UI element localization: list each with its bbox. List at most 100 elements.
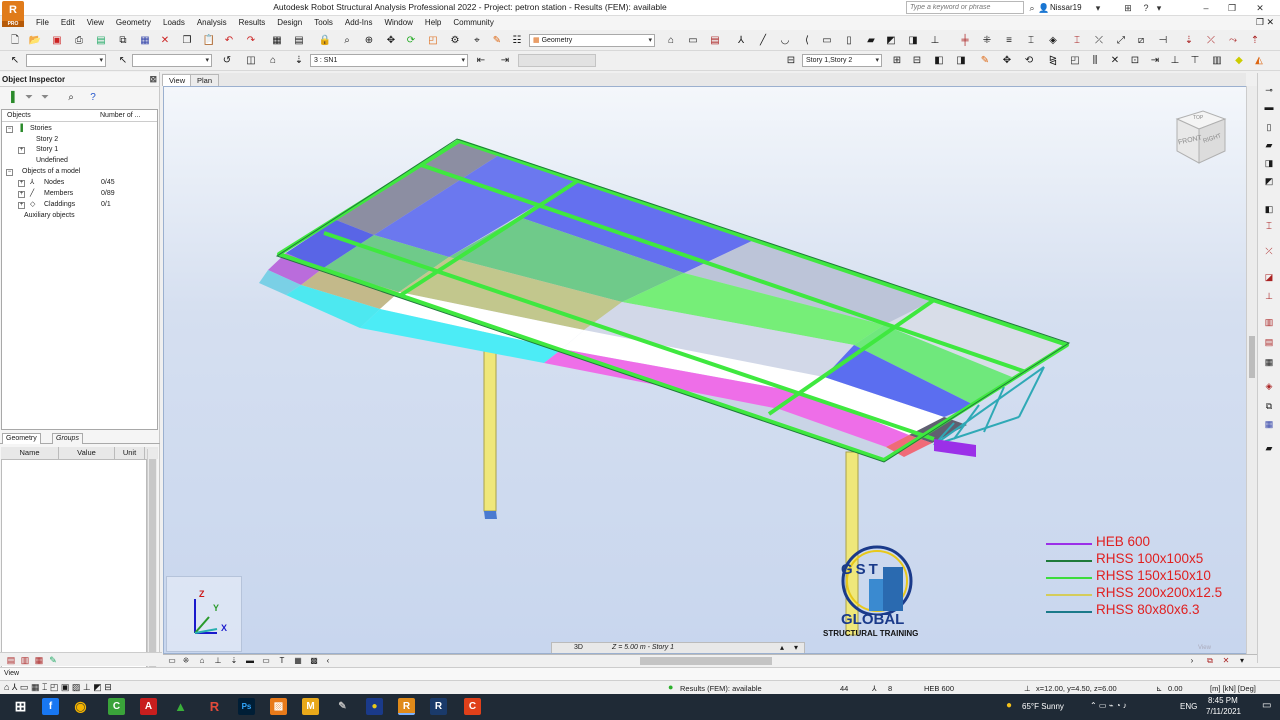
bar-tool-icon[interactable]: ▬: [1262, 100, 1276, 114]
release-icon[interactable]: ⤫: [1092, 34, 1106, 48]
filter-icon[interactable]: ⌖: [470, 34, 484, 48]
camtasia-icon[interactable]: C: [108, 698, 125, 715]
cart-icon[interactable]: ⊞: [1122, 2, 1134, 14]
tree-item-stories[interactable]: Stories: [30, 125, 52, 132]
view-section-icon[interactable]: ▬: [243, 654, 257, 668]
chevron-down-icon[interactable]: ▾: [1153, 2, 1165, 14]
pan-icon[interactable]: ✥: [384, 34, 398, 48]
menu-file[interactable]: File: [30, 16, 55, 30]
edit-icon[interactable]: ✎: [46, 653, 60, 667]
combination-tool-icon[interactable]: ▤: [1262, 335, 1276, 349]
elevation-down-icon[interactable]: ▾: [794, 643, 798, 652]
tree-item-members[interactable]: Members: [44, 190, 73, 197]
view-load-icon[interactable]: ⇣: [227, 654, 241, 668]
open-file-icon[interactable]: 📂: [28, 34, 42, 48]
language-indicator[interactable]: ENG: [1180, 702, 1197, 711]
special-select-icon[interactable]: ◫: [244, 54, 258, 68]
view-3d-icon[interactable]: ▤: [708, 34, 722, 48]
story-up-icon[interactable]: ⊞: [890, 54, 904, 68]
select-icon[interactable]: ↖: [8, 54, 22, 68]
cladding-icon[interactable]: ◨: [906, 34, 920, 48]
horizontal-scroll-thumb[interactable]: [640, 657, 772, 665]
loads-tool-icon[interactable]: ▥: [1262, 315, 1276, 329]
preview-icon[interactable]: ▤: [94, 34, 108, 48]
chrome-icon[interactable]: ◉: [72, 698, 89, 715]
trim-icon[interactable]: ⊥: [1168, 54, 1182, 68]
load-case-combo[interactable]: 3 : SN1: [310, 54, 468, 67]
view-layer-icon[interactable]: ▭: [165, 654, 179, 668]
clear-filter-icon[interactable]: ⏷: [38, 91, 52, 105]
view-grid-icon[interactable]: ▦: [291, 654, 305, 668]
save-icon[interactable]: ▣: [50, 34, 64, 48]
scale-icon[interactable]: ◰: [1068, 54, 1082, 68]
design-tool-icon[interactable]: ▰: [1262, 441, 1276, 455]
story-down-icon[interactable]: ⊟: [910, 54, 924, 68]
member-selection-combo[interactable]: [132, 54, 212, 67]
menu-help[interactable]: Help: [419, 16, 447, 30]
align-icon[interactable]: ⇥: [1148, 54, 1162, 68]
view-mode[interactable]: 3D: [574, 644, 583, 651]
results-tool-icon[interactable]: ⧉: [1262, 399, 1276, 413]
i-section-icon[interactable]: ⌶: [1070, 34, 1084, 48]
extend-icon[interactable]: ⊤: [1188, 54, 1202, 68]
bar-icon[interactable]: ⅄: [734, 34, 748, 48]
slab-icon[interactable]: ▰: [864, 34, 878, 48]
view-down-icon[interactable]: ▾: [1235, 654, 1249, 668]
scroll-thumb[interactable]: [1249, 336, 1255, 378]
view-option-icon[interactable]: ⧉: [1203, 654, 1217, 668]
app-logo[interactable]: R PRO: [2, 1, 24, 27]
grid-icon[interactable]: ╪: [958, 34, 972, 48]
tree-item-claddings[interactable]: Claddings: [44, 201, 75, 208]
story-combo[interactable]: Story 1,Story 2: [802, 54, 882, 67]
help-icon[interactable]: ?: [86, 91, 100, 105]
extrude-icon[interactable]: ⊡: [1128, 54, 1142, 68]
tab-geometry[interactable]: Geometry: [2, 433, 41, 444]
view-text-icon[interactable]: T: [275, 654, 289, 668]
rotate-icon[interactable]: ⟳: [404, 34, 418, 48]
photoshop-icon[interactable]: Ps: [238, 698, 255, 715]
view-home-icon[interactable]: ⌂: [195, 654, 209, 668]
close-icon[interactable]: ⊠: [149, 74, 157, 85]
view-attributes-icon[interactable]: ▩: [307, 654, 321, 668]
layout-combo[interactable]: ▦ Geometry: [529, 34, 655, 47]
lock-icon[interactable]: 🔒: [318, 34, 332, 48]
binoculars-icon[interactable]: ⌕: [1026, 2, 1038, 14]
tools-icon[interactable]: ✎: [490, 34, 504, 48]
list-icon[interactable]: ▥: [18, 653, 32, 667]
view-close-icon[interactable]: ✕: [1219, 654, 1233, 668]
autocad-icon[interactable]: ▲: [172, 698, 189, 715]
moment-icon[interactable]: ⤳: [1226, 34, 1240, 48]
report-icon[interactable]: ▤: [292, 34, 306, 48]
rectangle-icon[interactable]: ▭: [820, 34, 834, 48]
col-unit[interactable]: Unit: [115, 447, 145, 459]
support-tool-icon[interactable]: ⊥: [1262, 289, 1276, 303]
highlight-icon[interactable]: ◆: [1232, 54, 1246, 68]
column-icon[interactable]: ▯: [842, 34, 856, 48]
measure-icon[interactable]: ◭: [1252, 54, 1266, 68]
select-members-icon[interactable]: ↖: [116, 54, 130, 68]
search-input[interactable]: [906, 1, 1024, 14]
polyline-icon[interactable]: ⟨: [800, 34, 814, 48]
menu-view[interactable]: View: [81, 16, 110, 30]
nodes-icon[interactable]: ⁜: [980, 34, 994, 48]
chevron-down-icon[interactable]: ▾: [1092, 2, 1104, 14]
acrobat-icon[interactable]: A: [140, 698, 157, 715]
menu-loads[interactable]: Loads: [157, 16, 191, 30]
facebook-icon[interactable]: f: [42, 698, 59, 715]
col-name[interactable]: Name: [1, 447, 59, 459]
stories-icon[interactable]: ▐: [4, 91, 18, 105]
report-icon[interactable]: ▦: [32, 653, 46, 667]
copy-icon[interactable]: ❐: [180, 34, 194, 48]
tree-item-story-1[interactable]: Story 1: [36, 146, 58, 153]
expand-icon[interactable]: +: [18, 180, 25, 187]
selection-combo[interactable]: [26, 54, 106, 67]
tree-header-objects[interactable]: Objects: [7, 112, 31, 119]
panel-icon[interactable]: ◩: [884, 34, 898, 48]
viewport-scrollbar[interactable]: [1246, 86, 1257, 656]
revit-icon[interactable]: R: [206, 698, 223, 715]
table-tool-icon[interactable]: ▦: [1262, 355, 1276, 369]
table-icon[interactable]: ▦: [270, 34, 284, 48]
mirror-icon[interactable]: ⧎: [1046, 54, 1060, 68]
load-case-icon[interactable]: ⌂: [266, 54, 280, 68]
tree-item-auxiliary[interactable]: Auxiliary objects: [24, 212, 75, 219]
